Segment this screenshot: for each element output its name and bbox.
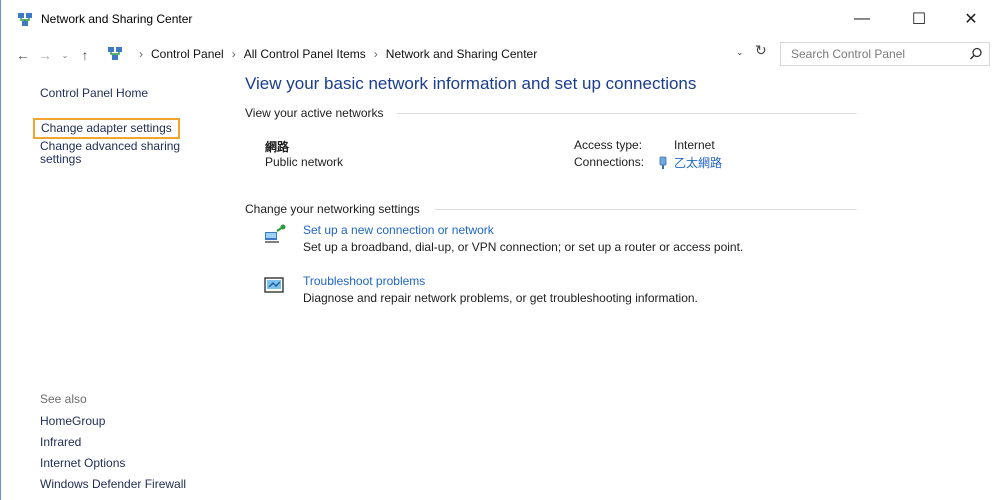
troubleshoot-icon[interactable] [263,274,287,298]
breadcrumb-separator[interactable]: › [139,47,143,61]
refresh-button[interactable]: ↻ [755,42,767,59]
network-and-sharing-center-window: Network and Sharing Center — ☐ ✕ ← → ⌄ ↑… [0,0,993,500]
windows-defender-firewall-link[interactable]: Windows Defender Firewall [40,477,186,491]
breadcrumb-all-control-panel-items[interactable]: All Control Panel Items [244,47,366,61]
breadcrumb-separator[interactable]: › [232,47,236,61]
homegroup-link[interactable]: HomeGroup [40,414,105,428]
change-advanced-sharing-settings-link[interactable]: Change advanced sharing settings [40,140,180,166]
connection-link[interactable]: 乙太網路 [659,154,723,171]
new-connection-icon[interactable] [263,223,287,247]
search-icon[interactable] [969,47,983,61]
main-content: View your basic network information and … [245,72,993,500]
navigation-bar: ← → ⌄ ↑ › Control Panel › All Control Pa… [1,40,993,70]
minimize-button[interactable]: — [839,6,885,32]
access-type-label: Access type: [574,138,643,152]
breadcrumb-separator[interactable]: › [374,47,378,61]
search-box[interactable] [780,42,990,66]
page-title: View your basic network information and … [245,74,697,93]
access-type-value: Internet [674,138,715,152]
active-networks-heading: View your active networks [245,106,384,120]
infrared-link[interactable]: Infrared [40,435,81,449]
change-adapter-settings-link[interactable]: Change adapter settings [33,118,180,139]
set-up-new-connection-link[interactable]: Set up a new connection or network [303,223,494,237]
connection-entry: 乙太網路 [659,154,723,173]
see-also-heading: See also [40,392,87,406]
connections-label: Connections: [574,155,645,169]
breadcrumb-network-and-sharing-center[interactable]: Network and Sharing Center [386,47,537,61]
sharing-link-line-2: settings [40,152,82,166]
section-divider [397,113,857,114]
set-up-new-connection-description: Set up a broadband, dial-up, or VPN conn… [303,240,744,254]
maximize-button[interactable]: ☐ [896,6,942,32]
search-input[interactable] [789,46,973,62]
forward-button[interactable]: → [35,40,55,70]
close-button[interactable]: ✕ [948,6,993,32]
ethernet-adapter-icon [659,156,667,169]
control-panel-icon [108,47,122,60]
address-dropdown-button[interactable]: ⌄ [736,47,744,58]
breadcrumb-control-panel[interactable]: Control Panel [151,47,224,61]
back-button[interactable]: ← [13,40,33,70]
title-bar: Network and Sharing Center — ☐ ✕ [1,0,993,38]
up-button[interactable]: ↑ [75,40,95,70]
connection-name: 乙太網路 [674,156,723,170]
address-bar[interactable]: › Control Panel › All Control Panel Item… [99,43,779,65]
troubleshoot-problems-description: Diagnose and repair network problems, or… [303,291,698,305]
section-divider [435,209,857,210]
recent-locations-button[interactable]: ⌄ [57,40,73,70]
network-and-sharing-center-icon [18,13,32,26]
window-title: Network and Sharing Center [41,12,193,26]
internet-options-link[interactable]: Internet Options [40,456,125,470]
control-panel-home-link[interactable]: Control Panel Home [40,86,148,101]
network-category: Public network [265,155,344,169]
change-settings-heading: Change your networking settings [245,202,420,216]
left-pane: Control Panel Home Change adapter settin… [1,72,231,500]
network-name: 網路 [265,140,290,154]
troubleshoot-problems-link[interactable]: Troubleshoot problems [303,274,425,288]
